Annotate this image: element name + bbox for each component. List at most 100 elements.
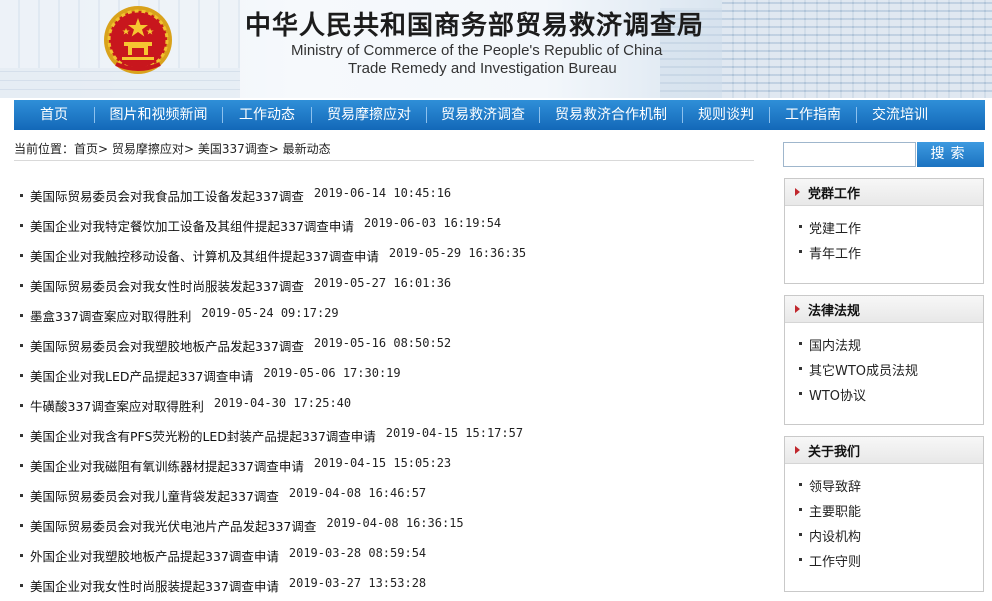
bullet-icon: [20, 284, 23, 287]
bullet-icon: [20, 224, 23, 227]
news-date: 2019-05-24 09:17:29: [201, 306, 339, 320]
list-item: 外国企业对我塑胶地板产品提起337调查申请 2019-03-28 08:59:54: [20, 546, 750, 576]
nav-item-photo-video-news[interactable]: 图片和视频新闻: [95, 100, 222, 130]
sidebar-link[interactable]: 青年工作: [799, 243, 983, 268]
news-title-link[interactable]: 美国企业对我女性时尚服装提起337调查申请: [30, 576, 279, 595]
news-date: 2019-03-28 08:59:54: [288, 546, 427, 560]
sidebar-link-label[interactable]: 内设机构: [809, 526, 861, 545]
nav-item-rules-negotiation[interactable]: 规则谈判: [683, 100, 769, 130]
bullet-icon: [799, 558, 802, 561]
bullet-icon: [799, 225, 802, 228]
news-date: 2019-05-16 08:50:52: [313, 336, 452, 350]
news-title-link[interactable]: 美国际贸易委员会对我儿童背袋发起337调查: [30, 486, 279, 505]
breadcrumb-divider: [14, 160, 754, 161]
news-title-link[interactable]: 牛磺酸337调查案应对取得胜利: [30, 396, 204, 415]
bullet-icon: [20, 254, 23, 257]
sidebar-link-label[interactable]: 工作守则: [809, 551, 861, 570]
news-date: 2019-05-27 16:01:36: [313, 276, 452, 290]
bullet-icon: [20, 554, 23, 557]
nav-item-work-updates[interactable]: 工作动态: [223, 100, 311, 130]
sidebar-link-label[interactable]: WTO协议: [809, 385, 866, 404]
news-date: 2019-04-15 15:05:23: [313, 456, 452, 470]
news-title-link[interactable]: 美国企业对我特定餐饮加工设备及其组件提起337调查申请: [30, 216, 354, 235]
news-title-link[interactable]: 美国际贸易委员会对我食品加工设备发起337调查: [30, 186, 304, 205]
news-date: 2019-05-29 16:36:35: [388, 246, 527, 260]
list-item: 美国企业对我女性时尚服装提起337调查申请 2019-03-27 13:53:28: [20, 576, 750, 601]
news-date: 2019-04-08 16:46:57: [288, 486, 427, 500]
news-title-link[interactable]: 美国企业对我磁阻有氧训练器材提起337调查申请: [30, 456, 304, 475]
site-subtitle-english: Trade Remedy and Investigation Bureau: [348, 60, 617, 77]
sidebar-box-title[interactable]: 法律法规: [808, 300, 860, 319]
news-title-link[interactable]: 美国企业对我触控移动设备、计算机及其组件提起337调查申请: [30, 246, 379, 265]
bullet-icon: [20, 344, 23, 347]
breadcrumb-link-home[interactable]: 首页: [74, 142, 98, 156]
breadcrumb-link-us-337[interactable]: 美国337调查: [198, 142, 269, 156]
sidebar-link-label[interactable]: 青年工作: [809, 243, 861, 262]
sidebar-box-links: 国内法规 其它WTO成员法规 WTO协议: [785, 323, 983, 410]
main-nav: 首页 图片和视频新闻 工作动态 贸易摩擦应对 贸易救济调查 贸易救济合作机制 规…: [14, 100, 985, 130]
sidebar-box-title[interactable]: 关于我们: [808, 441, 860, 460]
bullet-icon: [20, 404, 23, 407]
bullet-icon: [20, 194, 23, 197]
header-banner: 中华人民共和国商务部贸易救济调查局 Ministry of Commerce o…: [0, 0, 992, 98]
list-item: 墨盒337调查案应对取得胜利 2019-05-24 09:17:29: [20, 306, 750, 336]
sidebar-link-label[interactable]: 主要职能: [809, 501, 861, 520]
bullet-icon: [799, 508, 802, 511]
site-title-english: Ministry of Commerce of the People's Rep…: [291, 42, 663, 59]
nav-item-work-guide[interactable]: 工作指南: [770, 100, 856, 130]
news-title-link[interactable]: 外国企业对我塑胶地板产品提起337调查申请: [30, 546, 279, 565]
building-background-right: [722, 0, 992, 98]
sidebar-link-label[interactable]: 其它WTO成员法规: [809, 360, 918, 379]
sidebar-link[interactable]: 工作守则: [799, 551, 983, 576]
news-title-link[interactable]: 美国际贸易委员会对我光伏电池片产品发起337调查: [30, 516, 316, 535]
search-button[interactable]: 搜索: [917, 142, 984, 167]
bullet-icon: [20, 494, 23, 497]
sidebar-link-label[interactable]: 国内法规: [809, 335, 861, 354]
arrow-right-icon: [795, 446, 800, 454]
news-title-link[interactable]: 美国企业对我LED产品提起337调查申请: [30, 366, 253, 385]
list-item: 美国企业对我磁阻有氧训练器材提起337调查申请 2019-04-15 15:05:…: [20, 456, 750, 486]
news-title-link[interactable]: 美国际贸易委员会对我女性时尚服装发起337调查: [30, 276, 304, 295]
sidebar-box-links: 领导致辞 主要职能 内设机构 工作守则: [785, 464, 983, 576]
sidebar-link[interactable]: 领导致辞: [799, 476, 983, 501]
bullet-icon: [799, 342, 802, 345]
nav-item-trade-remedy-investigation[interactable]: 贸易救济调查: [427, 100, 539, 130]
sidebar-link[interactable]: 党建工作: [799, 218, 983, 243]
sidebar-link[interactable]: WTO协议: [799, 385, 983, 410]
bullet-icon: [20, 374, 23, 377]
list-item: 美国企业对我LED产品提起337调查申请 2019-05-06 17:30:19: [20, 366, 750, 396]
list-item: 美国际贸易委员会对我食品加工设备发起337调查 2019-06-14 10:45:…: [20, 186, 750, 216]
bullet-icon: [799, 483, 802, 486]
breadcrumb-link-trade-friction[interactable]: 贸易摩擦应对: [112, 142, 184, 156]
bullet-icon: [20, 464, 23, 467]
news-date: 2019-04-15 15:17:57: [385, 426, 524, 440]
news-title-link[interactable]: 墨盒337调查案应对取得胜利: [30, 306, 191, 325]
sidebar-link-label[interactable]: 党建工作: [809, 218, 861, 237]
sidebar-link[interactable]: 其它WTO成员法规: [799, 360, 983, 385]
sidebar-box-title[interactable]: 党群工作: [808, 183, 860, 202]
sidebar-link[interactable]: 国内法规: [799, 335, 983, 360]
sidebar-box-header: 法律法规: [785, 296, 983, 323]
sidebar-box-header: 党群工作: [785, 179, 983, 206]
bullet-icon: [20, 314, 23, 317]
bullet-icon: [20, 524, 23, 527]
breadcrumb-prefix: 当前位置：: [14, 142, 75, 156]
nav-item-exchange-training[interactable]: 交流培训: [857, 100, 943, 130]
national-emblem-icon: [104, 6, 172, 74]
news-date: 2019-03-27 13:53:28: [288, 576, 427, 590]
search-input[interactable]: [783, 142, 916, 167]
sidebar-link[interactable]: 主要职能: [799, 501, 983, 526]
sidebar-link-label[interactable]: 领导致辞: [809, 476, 861, 495]
site-title-chinese: 中华人民共和国商务部贸易救济调查局: [245, 11, 705, 41]
list-item: 美国企业对我特定餐饮加工设备及其组件提起337调查申请 2019-06-03 16…: [20, 216, 750, 246]
news-date: 2019-06-03 16:19:54: [363, 216, 502, 230]
news-title-link[interactable]: 美国企业对我含有PFS荧光粉的LED封装产品提起337调查申请: [30, 426, 376, 445]
sidebar-link[interactable]: 内设机构: [799, 526, 983, 551]
nav-item-cooperation-mechanism[interactable]: 贸易救济合作机制: [540, 100, 682, 130]
nav-item-trade-friction[interactable]: 贸易摩擦应对: [312, 100, 426, 130]
nav-item-home[interactable]: 首页: [14, 100, 94, 130]
list-item: 美国企业对我含有PFS荧光粉的LED封装产品提起337调查申请 2019-04-1…: [20, 426, 750, 456]
arrow-right-icon: [795, 188, 800, 196]
news-title-link[interactable]: 美国际贸易委员会对我塑胶地板产品发起337调查: [30, 336, 304, 355]
breadcrumb: 当前位置：首页> 贸易摩擦应对> 美国337调查> 最新动态: [14, 140, 331, 157]
